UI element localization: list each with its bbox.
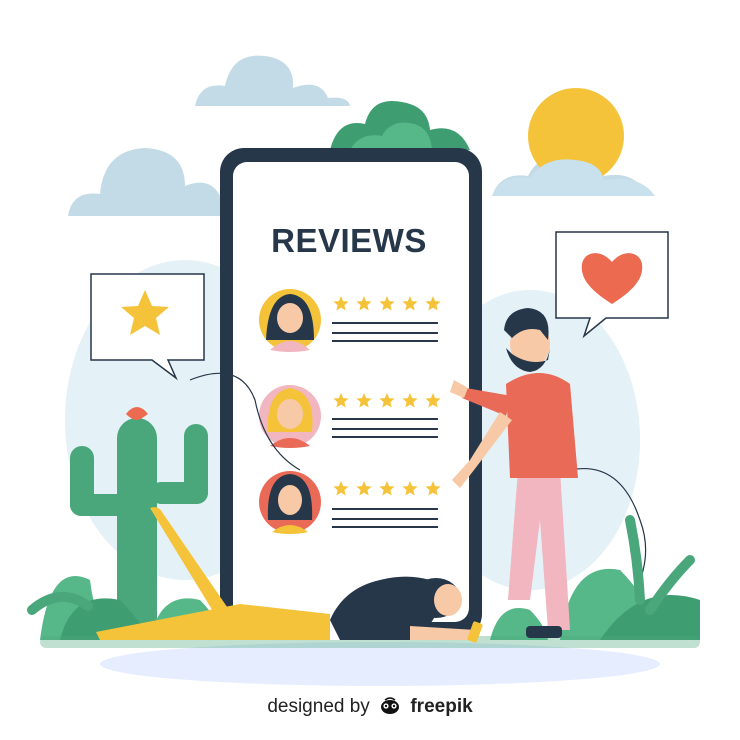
credit-prefix: designed by — [267, 696, 370, 717]
ground-shadow — [100, 642, 660, 686]
credit-brand: freepik — [410, 696, 473, 717]
illustration: REVIEWS designed by freepik — [0, 0, 740, 740]
credit-line: designed by freepik — [0, 696, 740, 718]
bush-top — [330, 100, 470, 150]
cloud-right-front — [492, 159, 655, 196]
reviews-title: REVIEWS — [271, 222, 427, 259]
cloud-top — [195, 55, 350, 106]
freepik-logo-icon — [381, 697, 400, 714]
